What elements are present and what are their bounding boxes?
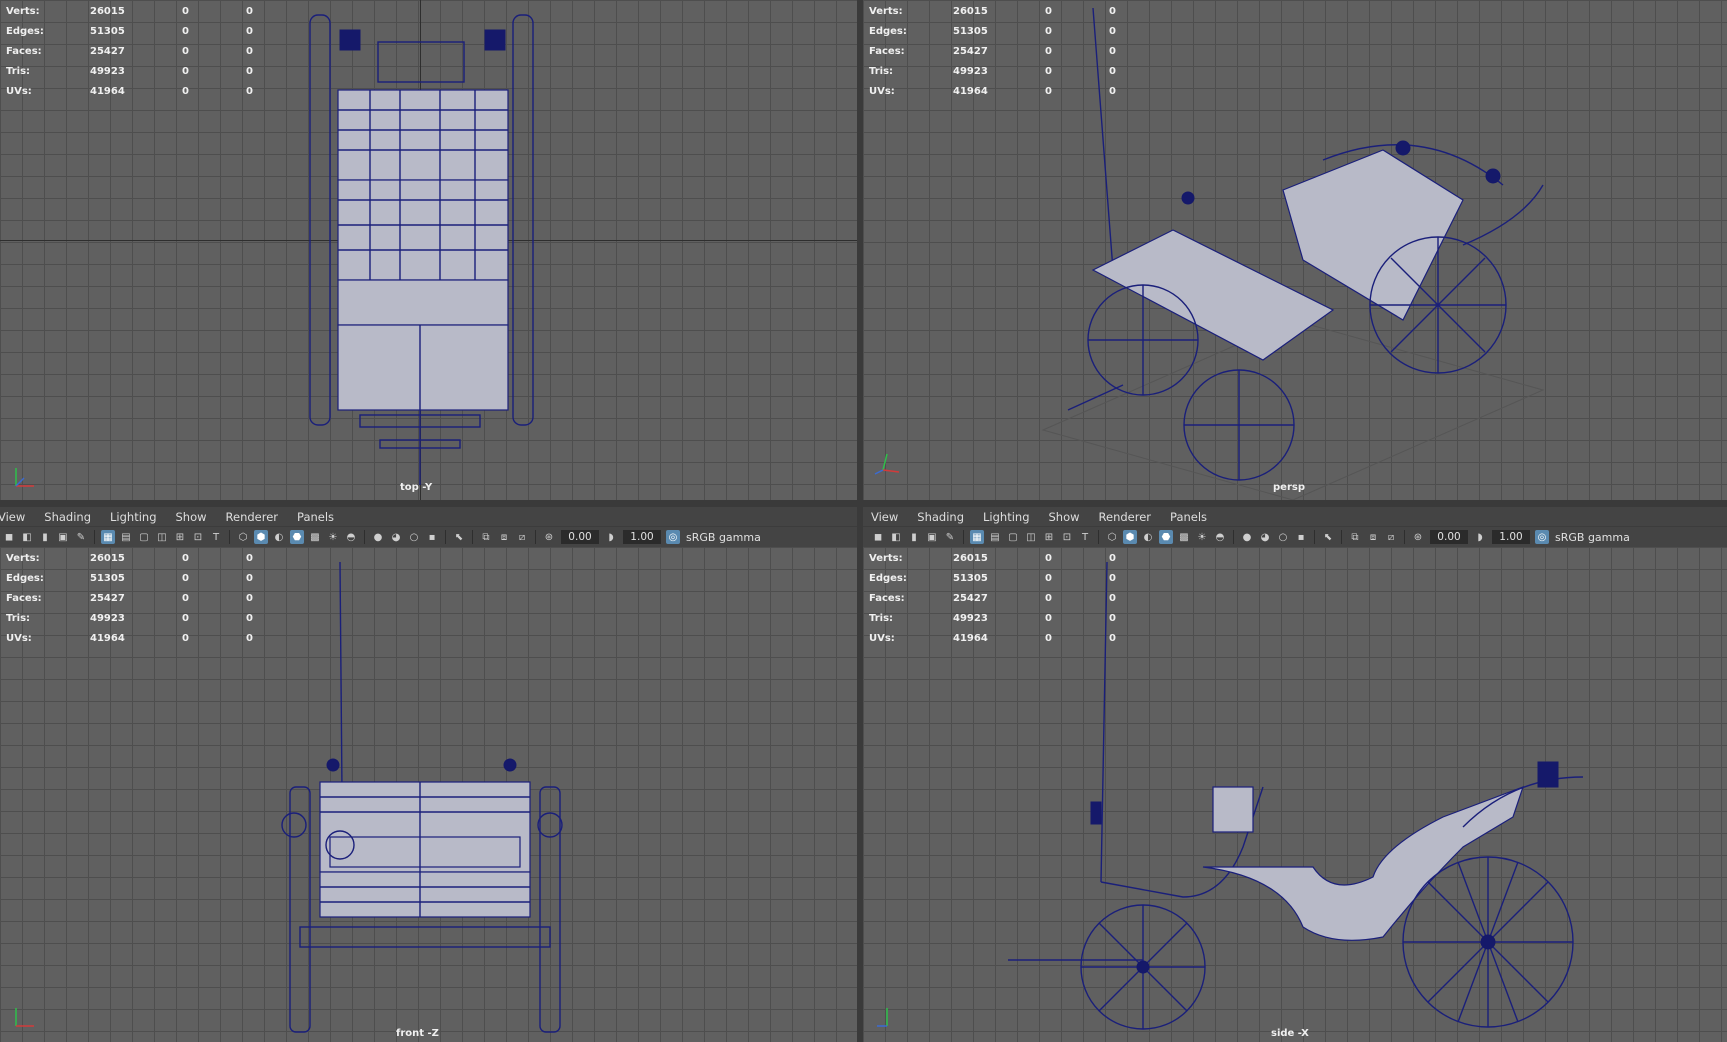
menu-view[interactable]: View	[0, 510, 25, 524]
motion-blur-icon[interactable]: ◕	[1258, 530, 1272, 544]
camera-label: persp	[1273, 482, 1305, 493]
isolate-icon[interactable]: ⬉	[452, 530, 466, 544]
shadow-icon[interactable]: ◓	[1213, 530, 1227, 544]
depth-of-field-icon[interactable]: ▪	[425, 530, 439, 544]
antialiasing-icon[interactable]: ○	[1276, 530, 1290, 544]
colorspace-label[interactable]: sRGB gamma	[686, 531, 761, 544]
color-management-icon[interactable]: ◎	[666, 530, 680, 544]
camera-label: side -X	[1271, 1028, 1309, 1039]
camera-attributes-icon[interactable]: ◧	[889, 530, 903, 544]
menu-renderer[interactable]: Renderer	[1099, 510, 1152, 524]
gate-mask-icon[interactable]: ◫	[1024, 530, 1038, 544]
camera-attributes-icon[interactable]: ◧	[20, 530, 34, 544]
viewport-side[interactable]: Verts: 26015 0 0 Edges: 51305 0 0 Faces: 25427 0 0 T…	[863, 547, 1727, 1042]
viewport-persp[interactable]: Verts: 26015 0 0 Edges: 51305 0 0 Faces: 25427 0 0 T…	[863, 0, 1727, 500]
light-icon[interactable]: ☀	[326, 530, 340, 544]
carriage-top-wireframe	[309, 14, 534, 485]
antialiasing-icon[interactable]: ○	[407, 530, 421, 544]
xray-joints-icon[interactable]: ⧉	[479, 530, 493, 544]
shadow-icon[interactable]: ◓	[344, 530, 358, 544]
safe-action-icon[interactable]: ⊡	[1060, 530, 1074, 544]
camera-icon[interactable]: ◼	[871, 530, 885, 544]
camera-icon[interactable]: ◼	[2, 530, 16, 544]
carriage-persp-wireframe	[1041, 7, 1545, 500]
pen-icon[interactable]: ✎	[943, 530, 957, 544]
bookmark-icon[interactable]: ▮	[907, 530, 921, 544]
menu-view[interactable]: View	[871, 510, 898, 524]
gamma-field[interactable]: 1.00	[1492, 530, 1530, 544]
safe-title-icon[interactable]: T	[209, 530, 223, 544]
wireframe-shading-icon[interactable]: ⬡	[236, 530, 250, 544]
menu-show[interactable]: Show	[176, 510, 207, 524]
ambient-occlusion-icon[interactable]: ●	[371, 530, 385, 544]
gate-mask-icon[interactable]: ◫	[155, 530, 169, 544]
default-material-icon[interactable]: ◐	[1141, 530, 1155, 544]
carriage-side-wireframe	[1008, 561, 1584, 1030]
safe-action-icon[interactable]: ⊡	[191, 530, 205, 544]
smooth-shading-icon[interactable]: ⬢	[254, 530, 268, 544]
menu-shading[interactable]: Shading	[44, 510, 91, 524]
viewport-top[interactable]: Verts: 26015 0 0 Edges: 51305 0 0 Faces: 25427 0 0 T…	[0, 0, 857, 500]
menu-renderer[interactable]: Renderer	[226, 510, 279, 524]
menu-panels[interactable]: Panels	[1170, 510, 1207, 524]
menu-panels[interactable]: Panels	[297, 510, 334, 524]
wireframe-shading-icon[interactable]: ⬡	[1105, 530, 1119, 544]
isolate-icon[interactable]: ⬉	[1321, 530, 1335, 544]
exposure-icon: ⊛	[544, 531, 554, 543]
field-chart-icon[interactable]: ⊞	[1042, 530, 1056, 544]
colorspace-label[interactable]: sRGB gamma	[1555, 531, 1630, 544]
menu-lighting[interactable]: Lighting	[983, 510, 1029, 524]
resolution-gate-icon[interactable]: ▢	[137, 530, 151, 544]
exposure-field[interactable]: 0.00	[561, 530, 599, 544]
image-plane-icon[interactable]: ▣	[56, 530, 70, 544]
field-chart-icon[interactable]: ⊞	[173, 530, 187, 544]
depth-of-field-icon[interactable]: ▪	[1294, 530, 1308, 544]
pen-icon[interactable]: ✎	[74, 530, 88, 544]
xray-active-icon[interactable]: ⧈	[1366, 530, 1380, 544]
camera-label: front -Z	[396, 1028, 439, 1039]
panel-menu-bar: View Shading Lighting Show Renderer Pane…	[863, 507, 1727, 526]
bookmark-icon[interactable]: ▮	[38, 530, 52, 544]
backface-icon[interactable]: ⧄	[1384, 530, 1398, 544]
light-icon[interactable]: ☀	[1195, 530, 1209, 544]
film-gate-icon[interactable]: ▤	[119, 530, 133, 544]
menu-show[interactable]: Show	[1049, 510, 1080, 524]
default-material-icon[interactable]: ◐	[272, 530, 286, 544]
color-management-icon[interactable]: ◎	[1535, 530, 1549, 544]
backface-icon[interactable]: ⧄	[515, 530, 529, 544]
grid-icon[interactable]: ▦	[101, 530, 115, 544]
wireframe-on-shaded-icon[interactable]: ⬣	[1159, 530, 1173, 544]
exposure-icon: ⊛	[1413, 531, 1423, 543]
camera-label: top -Y	[400, 482, 433, 493]
wireframe-on-shaded-icon[interactable]: ⬣	[290, 530, 304, 544]
motion-blur-icon[interactable]: ◕	[389, 530, 403, 544]
gamma-icon: ◗	[1477, 531, 1483, 543]
gamma-field[interactable]: 1.00	[623, 530, 661, 544]
resolution-gate-icon[interactable]: ▢	[1006, 530, 1020, 544]
safe-title-icon[interactable]: T	[1078, 530, 1092, 544]
axis-gizmo-icon	[15, 1008, 34, 1027]
panel-toolbar: ◼ ◧ ▮ ▣ ✎ ▦ ▤ ▢ ◫ ⊞ ⊡ T ⬡ ⬢ ◐ ⬣ ▩ ☀ ◓ ● …	[0, 526, 857, 548]
xray-icon[interactable]: ▩	[1177, 530, 1191, 544]
viewport-front[interactable]: Verts: 26015 0 0 Edges: 51305 0 0 Faces: 25427 0 0 T…	[0, 547, 857, 1042]
axis-gizmo-icon	[877, 1008, 888, 1027]
gamma-icon: ◗	[608, 531, 614, 543]
panel-toolbar: ◼ ◧ ▮ ▣ ✎ ▦ ▤ ▢ ◫ ⊞ ⊡ T ⬡ ⬢ ◐ ⬣ ▩ ☀ ◓ ● …	[863, 526, 1727, 548]
menu-lighting[interactable]: Lighting	[110, 510, 156, 524]
panel-menu-bar: View Shading Lighting Show Renderer Pane…	[0, 507, 857, 526]
axis-gizmo-icon	[874, 453, 900, 475]
film-gate-icon[interactable]: ▤	[988, 530, 1002, 544]
exposure-field[interactable]: 0.00	[1430, 530, 1468, 544]
menu-shading[interactable]: Shading	[917, 510, 964, 524]
image-plane-icon[interactable]: ▣	[925, 530, 939, 544]
ambient-occlusion-icon[interactable]: ●	[1240, 530, 1254, 544]
xray-icon[interactable]: ▩	[308, 530, 322, 544]
xray-joints-icon[interactable]: ⧉	[1348, 530, 1362, 544]
carriage-front-wireframe	[281, 561, 563, 1033]
grid-icon[interactable]: ▦	[970, 530, 984, 544]
smooth-shading-icon[interactable]: ⬢	[1123, 530, 1137, 544]
axis-gizmo-icon	[15, 468, 34, 487]
xray-active-icon[interactable]: ⧈	[497, 530, 511, 544]
